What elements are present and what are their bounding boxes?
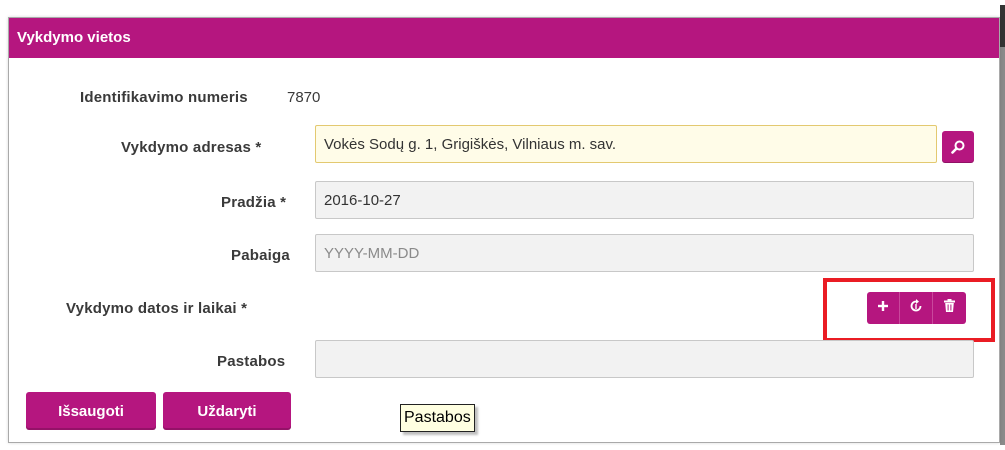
dates-times-label: Vykdymo datos ir laikai * [66,300,248,317]
notes-tooltip: Pastabos [400,404,475,432]
end-date-input[interactable] [315,234,974,272]
notes-input[interactable] [315,340,974,378]
notes-label: Pastabos [217,353,286,370]
id-label: Identifikavimo numeris [80,89,248,106]
start-date-label: Pradžia * [221,194,287,211]
close-button[interactable]: Uždaryti [163,392,291,430]
start-date-input[interactable] [315,181,974,219]
background-window-edge [1000,5,1005,445]
search-icon [951,140,965,154]
id-value: 7870 [287,89,321,106]
dialog-title: Vykdymo vietos [9,18,999,58]
background-window-edge-top [1000,5,1005,47]
address-label: Vykdymo adresas * [121,139,262,156]
end-date-label: Pabaiga [231,247,290,264]
address-input[interactable] [315,125,937,163]
annotation-highlight-box [823,278,995,342]
address-search-button[interactable] [942,131,974,163]
save-button[interactable]: Išsaugoti [26,392,156,430]
places-dialog: Vykdymo vietos [8,17,1000,443]
